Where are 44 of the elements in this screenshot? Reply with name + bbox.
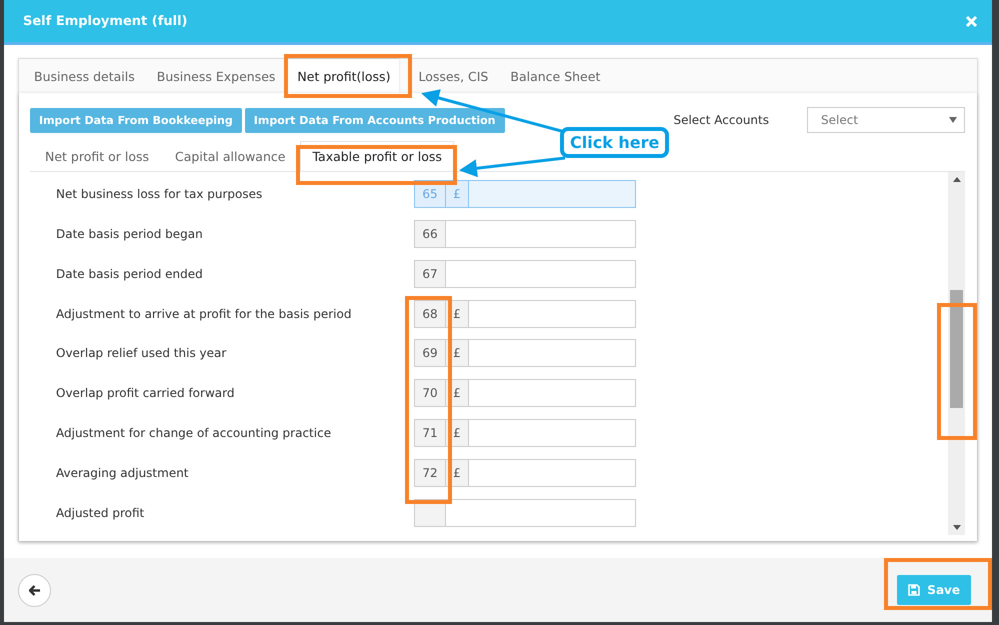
input-field[interactable]: 71 £ bbox=[414, 419, 636, 448]
field-label: Adjusted profit bbox=[56, 506, 146, 520]
accounts-select[interactable]: Select bbox=[807, 107, 965, 133]
scrollbar-thumb[interactable] bbox=[950, 290, 963, 408]
tab[interactable]: Net profit or loss bbox=[34, 141, 160, 171]
tab[interactable]: Business Expenses bbox=[148, 59, 284, 93]
field-label: Overlap relief used this year bbox=[56, 346, 228, 360]
box-number: 68 bbox=[415, 300, 446, 327]
field-label: Select Accounts bbox=[673, 113, 769, 127]
box-number: 69 bbox=[415, 340, 446, 366]
tab[interactable]: Capital allowance bbox=[164, 141, 296, 171]
box-number: 71 bbox=[415, 420, 446, 446]
tab[interactable]: Business details bbox=[25, 59, 144, 93]
field-label: Adjustment to arrive at profit for the basis period bbox=[56, 306, 352, 321]
field-label: Date basis period began bbox=[56, 226, 204, 241]
input-field[interactable]: 67 bbox=[414, 260, 636, 288]
back-button[interactable] bbox=[18, 574, 51, 606]
input-field[interactable] bbox=[414, 498, 636, 527]
window-title: Self Employment (full) bbox=[23, 14, 188, 28]
input-field[interactable]: 70 £ bbox=[414, 379, 636, 408]
callout-label: Click here bbox=[560, 127, 670, 158]
input-field[interactable]: 66 bbox=[414, 220, 636, 248]
tab[interactable]: Balance Sheet bbox=[501, 59, 610, 93]
caret-icon bbox=[949, 117, 957, 123]
box-number: 66 bbox=[415, 220, 446, 247]
scrollbar[interactable] bbox=[948, 172, 965, 535]
box-number: 72 bbox=[415, 460, 446, 486]
scroll-up-icon[interactable] bbox=[952, 177, 960, 182]
field-label: Adjustment for change of accounting practice bbox=[56, 426, 332, 440]
currency-symbol: £ bbox=[446, 180, 469, 207]
field-label: Net business loss for tax purposes bbox=[56, 186, 264, 201]
field-label: Averaging adjustment bbox=[56, 466, 190, 480]
box-number: 67 bbox=[415, 260, 446, 287]
field-label: Date basis period ended bbox=[56, 266, 204, 281]
tab[interactable]: Losses, CIS bbox=[409, 59, 498, 93]
field-label: Overlap profit carried forward bbox=[56, 386, 236, 400]
left-arrow-icon bbox=[28, 584, 40, 596]
input-field[interactable]: 68 £ bbox=[414, 300, 636, 328]
box-number: 70 bbox=[415, 380, 446, 406]
input-field[interactable]: 69 £ bbox=[414, 339, 636, 368]
close-icon[interactable] bbox=[965, 14, 978, 28]
scroll-down-icon[interactable] bbox=[952, 525, 960, 530]
tab[interactable]: Net profit(loss) bbox=[288, 59, 400, 93]
input-field[interactable]: 72 £ bbox=[414, 459, 636, 488]
